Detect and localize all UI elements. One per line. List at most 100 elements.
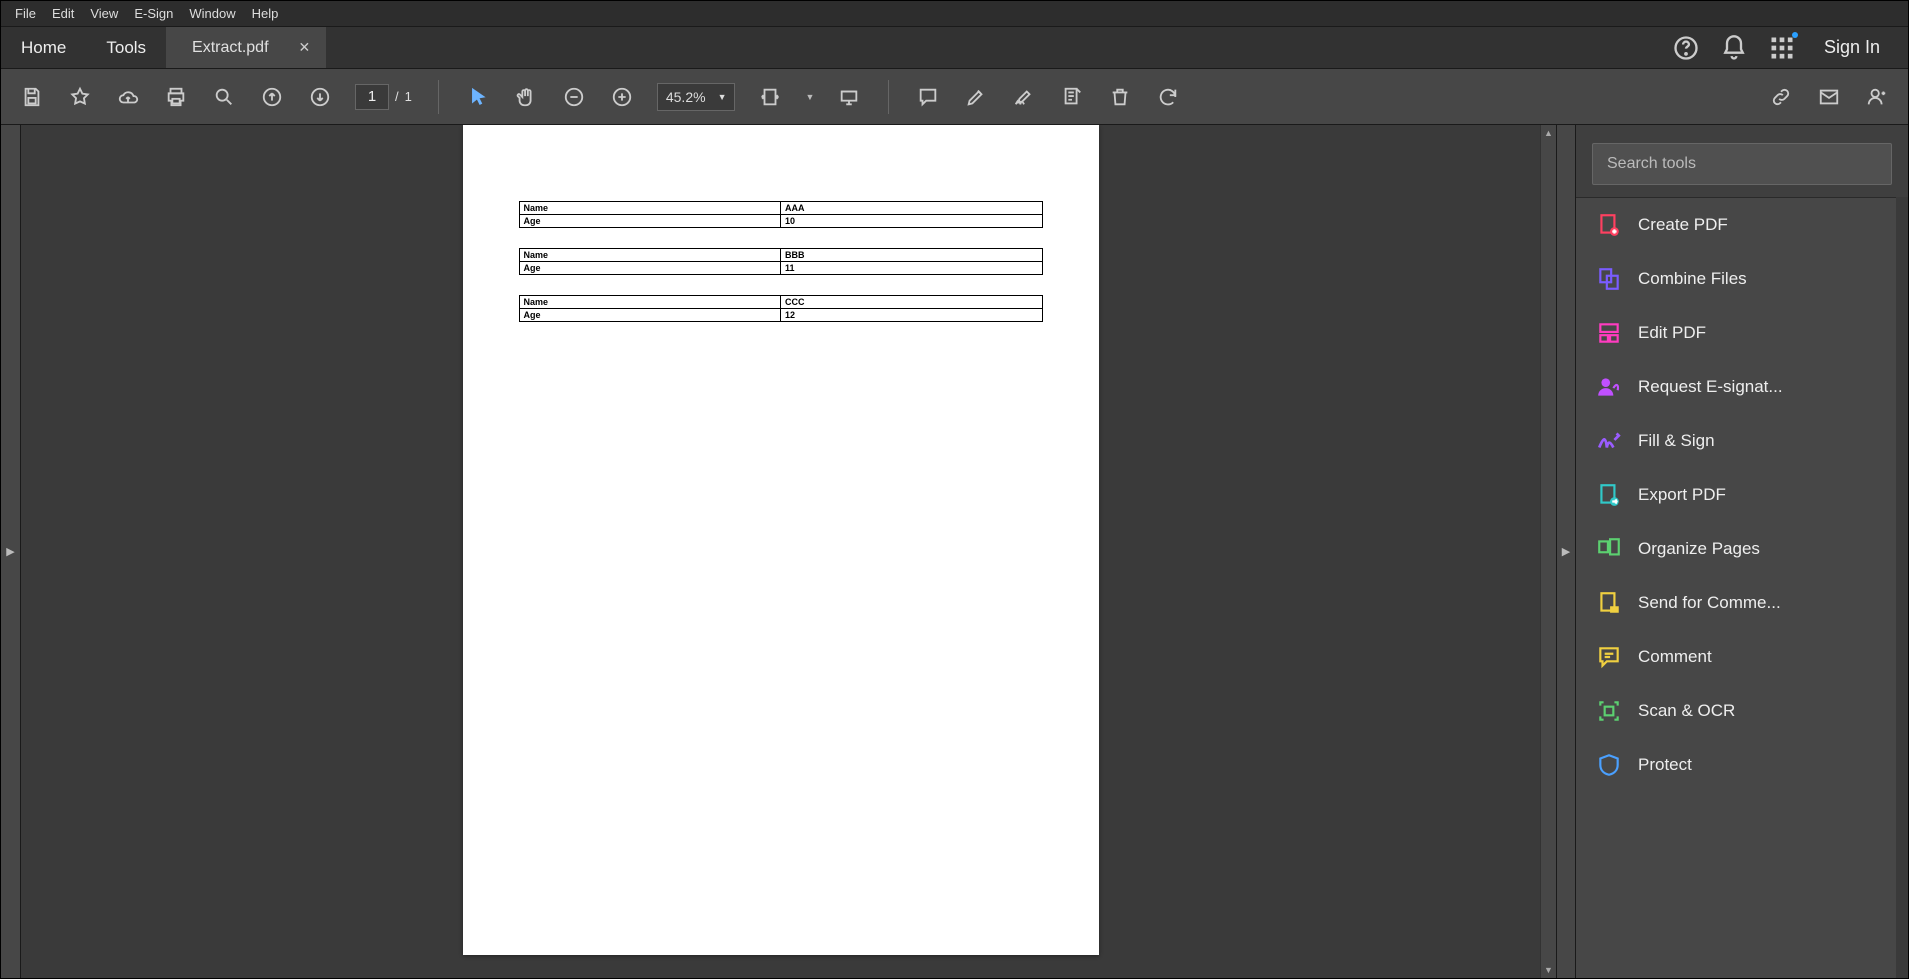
send-comments-icon [1596, 590, 1622, 616]
organize-pages-icon [1596, 536, 1622, 562]
scroll-down-icon[interactable]: ▼ [1541, 962, 1556, 978]
combine-files-icon [1596, 266, 1622, 292]
document-viewport[interactable]: NameAAA Age10 NameBBB Age11 NameCCC Age1… [21, 125, 1540, 978]
zoom-level-dropdown[interactable]: 45.2% ▼ [657, 83, 736, 111]
protect-icon [1596, 752, 1622, 778]
tab-document[interactable]: Extract.pdf ✕ [166, 27, 326, 68]
search-tools-input[interactable] [1592, 143, 1892, 185]
cell: 12 [781, 309, 1043, 322]
read-mode-icon[interactable] [836, 84, 862, 110]
chevron-right-icon: ▶ [1562, 545, 1570, 558]
fit-width-icon[interactable] [757, 84, 783, 110]
page-number-input[interactable] [355, 84, 389, 110]
tool-send-comments[interactable]: Send for Comme... [1576, 576, 1896, 630]
cell: Name [519, 202, 781, 215]
page-up-icon[interactable] [259, 84, 285, 110]
hand-tool-icon[interactable] [513, 84, 539, 110]
cloud-upload-icon[interactable] [115, 84, 141, 110]
chevron-right-icon: ▶ [6, 545, 14, 558]
tool-label: Request E-signat... [1638, 377, 1783, 397]
pdf-table-3: NameCCC Age12 [519, 295, 1043, 322]
tool-label: Scan & OCR [1638, 701, 1735, 721]
comment-icon[interactable] [915, 84, 941, 110]
menu-view[interactable]: View [82, 2, 126, 25]
tab-document-label: Extract.pdf [192, 39, 268, 57]
left-panel-toggle[interactable]: ▶ [1, 125, 21, 978]
menu-help[interactable]: Help [244, 2, 287, 25]
tool-comment[interactable]: Comment [1576, 630, 1896, 684]
star-icon[interactable] [67, 84, 93, 110]
print-icon[interactable] [163, 84, 189, 110]
menu-bar: File Edit View E-Sign Window Help [1, 1, 1908, 27]
notifications-icon[interactable] [1720, 34, 1748, 62]
comment-tool-icon [1596, 644, 1622, 670]
fill-sign-icon [1596, 428, 1622, 454]
pdf-page: NameAAA Age10 NameBBB Age11 NameCCC Age1… [463, 125, 1099, 955]
tool-organize-pages[interactable]: Organize Pages [1576, 522, 1896, 576]
toolbar: / 1 45.2% ▼ ▼ [1, 69, 1908, 125]
tool-scan-ocr[interactable]: Scan & OCR [1576, 684, 1896, 738]
page-total: 1 [405, 89, 412, 104]
zoom-in-icon[interactable] [609, 84, 635, 110]
tool-label: Send for Comme... [1638, 593, 1781, 613]
tool-label: Protect [1638, 755, 1692, 775]
help-icon[interactable] [1672, 34, 1700, 62]
vertical-scrollbar[interactable]: ▲ ▼ [1540, 125, 1556, 978]
cell: BBB [781, 249, 1043, 262]
save-icon[interactable] [19, 84, 45, 110]
tool-request-esign[interactable]: Request E-signat... [1576, 360, 1896, 414]
tool-label: Fill & Sign [1638, 431, 1715, 451]
tab-home[interactable]: Home [1, 27, 86, 68]
edit-pdf-icon [1596, 320, 1622, 346]
tab-tools[interactable]: Tools [86, 27, 166, 68]
tool-label: Comment [1638, 647, 1712, 667]
sign-in-button[interactable]: Sign In [1816, 37, 1888, 58]
cell: Age [519, 215, 781, 228]
tool-fill-sign[interactable]: Fill & Sign [1576, 414, 1896, 468]
close-tab-icon[interactable]: ✕ [299, 39, 311, 56]
tool-label: Create PDF [1638, 215, 1728, 235]
tools-panel: Create PDF Combine Files Edit PDF Reques… [1576, 125, 1908, 978]
tool-label: Edit PDF [1638, 323, 1706, 343]
scan-ocr-icon [1596, 698, 1622, 724]
menu-esign[interactable]: E-Sign [126, 2, 181, 25]
crop-icon[interactable] [1059, 84, 1085, 110]
selection-tool-icon[interactable] [465, 84, 491, 110]
tool-create-pdf[interactable]: Create PDF [1576, 198, 1896, 252]
delete-icon[interactable] [1107, 84, 1133, 110]
share-people-icon[interactable] [1864, 84, 1890, 110]
menu-file[interactable]: File [7, 2, 44, 25]
cell: CCC [781, 296, 1043, 309]
email-icon[interactable] [1816, 84, 1842, 110]
tool-label: Export PDF [1638, 485, 1726, 505]
cell: 10 [781, 215, 1043, 228]
right-panel-toggle[interactable]: ▶ [1556, 125, 1576, 978]
menu-window[interactable]: Window [181, 2, 243, 25]
menu-edit[interactable]: Edit [44, 2, 82, 25]
tool-combine-files[interactable]: Combine Files [1576, 252, 1896, 306]
share-link-icon[interactable] [1768, 84, 1794, 110]
export-pdf-icon [1596, 482, 1622, 508]
zoom-out-icon[interactable] [561, 84, 587, 110]
request-esign-icon [1596, 374, 1622, 400]
tools-scrollbar[interactable] [1896, 197, 1908, 978]
rotate-icon[interactable] [1155, 84, 1181, 110]
cell: Name [519, 296, 781, 309]
page-down-icon[interactable] [307, 84, 333, 110]
tool-protect[interactable]: Protect [1576, 738, 1896, 792]
scroll-up-icon[interactable]: ▲ [1541, 125, 1556, 141]
tool-label: Combine Files [1638, 269, 1747, 289]
tools-list: Create PDF Combine Files Edit PDF Reques… [1576, 197, 1896, 978]
cell: Age [519, 309, 781, 322]
pdf-table-1: NameAAA Age10 [519, 201, 1043, 228]
zoom-value: 45.2% [666, 89, 706, 105]
chevron-down-icon[interactable]: ▼ [805, 92, 814, 102]
tool-export-pdf[interactable]: Export PDF [1576, 468, 1896, 522]
apps-grid-icon[interactable] [1768, 34, 1796, 62]
page-indicator: / 1 [355, 84, 412, 110]
highlight-icon[interactable] [963, 84, 989, 110]
tool-edit-pdf[interactable]: Edit PDF [1576, 306, 1896, 360]
chevron-down-icon: ▼ [718, 92, 727, 102]
find-icon[interactable] [211, 84, 237, 110]
sign-icon[interactable] [1011, 84, 1037, 110]
